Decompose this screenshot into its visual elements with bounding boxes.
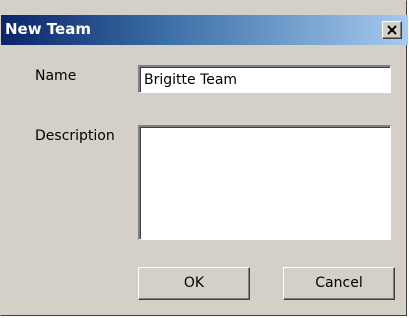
new-team-dialog: New Team Name Description OK Cancel <box>0 0 408 316</box>
close-icon <box>387 25 397 35</box>
dialog-title: New Team <box>5 20 91 38</box>
close-button[interactable] <box>382 21 402 39</box>
name-input[interactable] <box>138 65 391 93</box>
ok-button[interactable]: OK <box>138 267 250 300</box>
name-label: Name <box>35 68 77 84</box>
description-textarea[interactable] <box>138 125 391 240</box>
title-bar[interactable]: New Team <box>1 15 408 45</box>
description-label: Description <box>35 128 115 144</box>
cancel-button[interactable]: Cancel <box>283 267 395 300</box>
